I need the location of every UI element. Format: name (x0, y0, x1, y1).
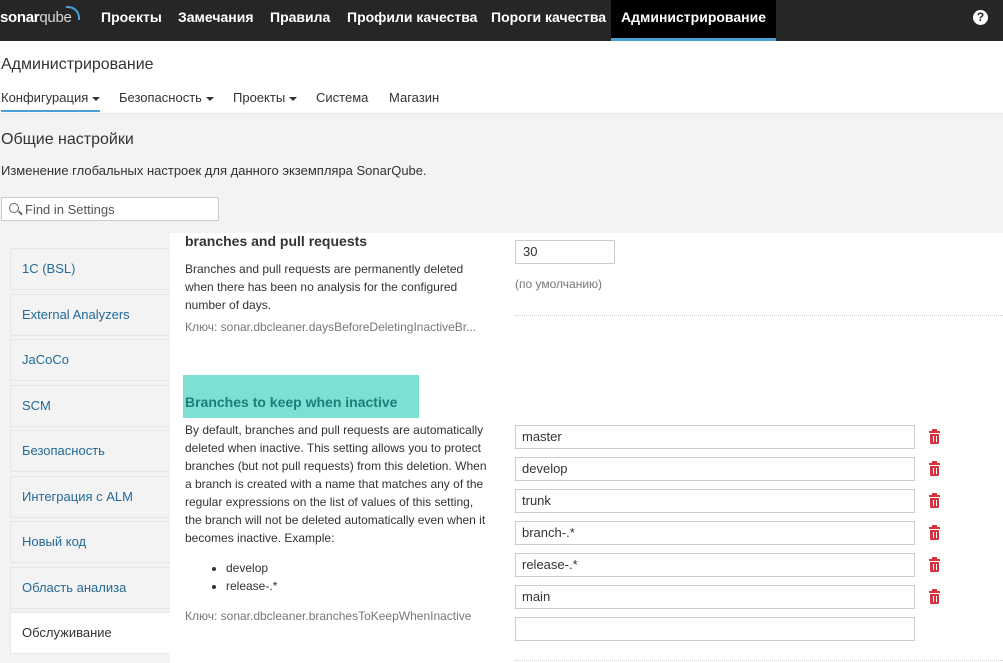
tab-security[interactable]: Безопасность (119, 90, 214, 110)
help-icon[interactable]: ? (973, 10, 988, 25)
nav-administration[interactable]: Администрирование (611, 0, 776, 41)
tab-projects[interactable]: Проекты (233, 90, 298, 110)
search-input[interactable] (25, 200, 215, 218)
logo-arc-icon (66, 6, 80, 20)
sidebar-item-housekeeping[interactable]: Обслуживание (10, 612, 170, 654)
nav-quality-profiles[interactable]: Профили качества (337, 0, 487, 41)
delete-icon[interactable] (929, 589, 940, 604)
delete-icon[interactable] (929, 525, 940, 540)
sidebar-item-external-analyzers[interactable]: External Analyzers (10, 294, 170, 336)
prop-desc-branches-delete: Branches and pull requests are permanent… (185, 262, 464, 312)
nav-quality-gates[interactable]: Пороги качества (481, 0, 616, 41)
days-input[interactable]: 30 (515, 240, 615, 264)
nav-rules[interactable]: Правила (260, 0, 340, 41)
separator (515, 315, 1003, 316)
branch-pattern-input[interactable]: master (515, 425, 915, 449)
tab-configuration-label: Конфигурация (1, 90, 89, 105)
sidebar-item-new-code[interactable]: Новый код (10, 521, 170, 563)
sidebar-item-1c-bsl[interactable]: 1C (BSL) (10, 248, 170, 290)
sidebar-item-security[interactable]: Безопасность (10, 430, 170, 472)
delete-icon[interactable] (929, 429, 940, 444)
tab-security-label: Безопасность (119, 90, 202, 105)
delete-icon[interactable] (929, 557, 940, 572)
tab-marketplace[interactable]: Магазин (389, 90, 439, 110)
settings-panel: branches and pull requests Branches and … (170, 233, 1003, 663)
tab-configuration[interactable]: Конфигурация (1, 90, 101, 112)
list-item: develop (226, 559, 277, 577)
separator (515, 660, 1003, 661)
new-branch-pattern-input[interactable] (515, 617, 915, 641)
settings-search[interactable] (1, 197, 219, 221)
branch-pattern-input[interactable]: trunk (515, 489, 915, 513)
branch-pattern-input[interactable]: release-.* (515, 553, 915, 577)
logo-text-bold: sonar (0, 9, 40, 26)
default-hint: (по умолчанию) (515, 277, 603, 291)
sidebar-item-scm[interactable]: SCM (10, 385, 170, 427)
page-title: Администрирование (1, 56, 154, 73)
prop-desc-branches-keep: By default, branches and pull requests a… (185, 423, 487, 545)
sidebar-item-jacoco[interactable]: JaCoCo (10, 339, 170, 381)
prop-key-branches-keep: Ключ: sonar.dbcleaner.branchesToKeepWhen… (185, 609, 472, 623)
top-navbar: sonarqube Проекты Замечания Правила Проф… (0, 0, 1003, 41)
prop-title-branches-keep: Branches to keep when inactive (185, 394, 398, 410)
tab-projects-label: Проекты (233, 90, 286, 105)
tab-system[interactable]: Система (316, 90, 368, 110)
branch-pattern-input[interactable]: main (515, 585, 915, 609)
sidebar-item-analysis-scope[interactable]: Область анализа (10, 567, 170, 609)
delete-icon[interactable] (929, 461, 940, 476)
chevron-down-icon (205, 96, 214, 101)
sonarqube-logo[interactable]: sonarqube (0, 6, 80, 29)
settings-description: Изменение глобальных настроек для данног… (1, 163, 427, 178)
nav-projects[interactable]: Проекты (91, 0, 172, 41)
settings-title: Общие настройки (1, 131, 134, 148)
highlighted-title: Branches to keep when inactive (183, 375, 419, 418)
sidebar-item-alm-integration[interactable]: Интеграция с ALM (10, 476, 170, 518)
chevron-down-icon (289, 96, 298, 101)
prop-title-branches-delete: branches and pull requests (185, 233, 368, 249)
list-item: release-.* (226, 577, 277, 595)
branch-pattern-input[interactable]: develop (515, 457, 915, 481)
example-list: develop release-.* (208, 559, 277, 595)
chevron-down-icon (92, 96, 101, 101)
branch-pattern-input[interactable]: branch-.* (515, 521, 915, 545)
search-icon (9, 203, 19, 213)
nav-issues[interactable]: Замечания (168, 0, 264, 41)
prop-key-branches-delete: Ключ: sonar.dbcleaner.daysBeforeDeleting… (185, 320, 477, 334)
delete-icon[interactable] (929, 493, 940, 508)
